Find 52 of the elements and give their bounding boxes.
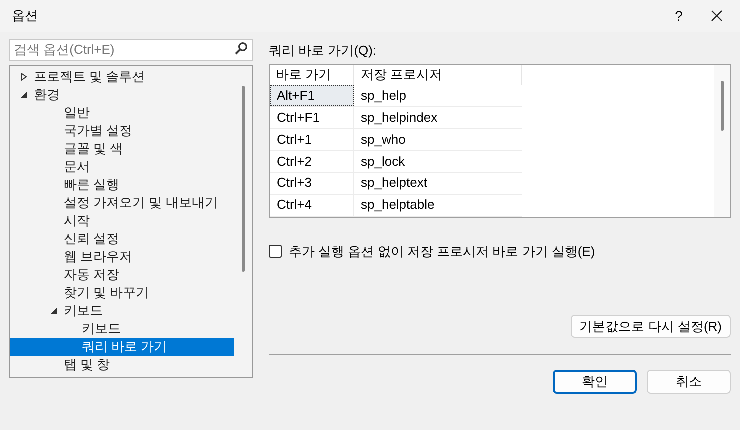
tree-item[interactable]: 시작 [10,212,234,230]
reset-button[interactable]: 기본값으로 다시 설정(R) [570,315,731,338]
tree-item[interactable]: 프로젝트 및 솔루션 [10,68,234,86]
table-cell-text: sp_help [360,87,408,106]
table-cell: Alt+F1 [270,85,354,106]
table-row[interactable]: Ctrl+3 sp_helptext [270,172,522,195]
expanded-triangle-icon[interactable] [50,307,58,315]
tree-item[interactable]: 자동 저장 [10,266,234,284]
tree-item[interactable]: 탭 및 창 [10,356,234,374]
table-cell: Ctrl+4 [270,194,354,216]
tree-item[interactable]: 신뢰 설정 [10,230,234,248]
tree-item[interactable]: 찾기 및 바꾸기 [10,284,234,302]
scrollbar-thumb[interactable] [242,86,244,272]
tree-item[interactable]: 웹 브라우저 [10,248,234,266]
table-cell: Ctrl+1 [270,129,354,150]
search-field[interactable]: 검색 옵션(Ctrl+E) [9,38,253,60]
table-row[interactable]: Ctrl+1 sp_who [270,129,522,151]
expanded-triangle-icon[interactable] [20,91,28,99]
tree-item[interactable]: 글꼴 및 색 [10,140,234,158]
tree-item[interactable]: 빠른 실행 [10,176,234,194]
tree-item[interactable]: 키보드 [10,302,234,320]
window-title: 옵션 [12,7,39,26]
table-row[interactable]: Ctrl+4 sp_helptable [270,194,522,216]
tree-item[interactable]: 환경 [10,86,234,104]
tree-item[interactable]: 설정 가져오기 및 내보내기 [10,194,234,212]
checkbox[interactable] [269,244,282,258]
table-cell: Ctrl+3 [270,172,354,194]
table-row[interactable]: Ctrl+F1 sp_helpindex [270,107,522,130]
table-cell-text: sp_helptable [360,196,436,214]
table-cell-text: sp_helptext [360,174,428,192]
help-button[interactable]: ? [664,1,694,31]
checkbox-label: 추가 실행 옵션 없이 저장 프로시저 바로 가기 실행(E) [289,242,596,261]
table-cell-text: sp_lock [360,152,406,171]
collapsed-triangle-icon[interactable] [20,73,28,81]
shortcuts-label: 쿼리 바로 가기(Q): [269,42,378,60]
table-cell: Ctrl+2 [270,150,354,172]
search-icon [235,42,248,55]
tree-item[interactable]: 일반 [10,104,234,122]
tree-item[interactable]: 문서 [10,158,234,176]
cancel-button[interactable]: 취소 [647,370,731,394]
column-header[interactable]: 저장 프로시저 [354,64,522,86]
table-row[interactable]: Ctrl+2 sp_lock [270,150,522,173]
scrollbar-thumb[interactable] [720,80,724,130]
tree-item[interactable]: 쿼리 바로 가기 [10,338,234,356]
table-cell-text: sp_who [360,130,407,149]
tree-item[interactable]: 국가별 설정 [10,122,234,140]
close-icon [711,10,723,22]
table-row[interactable]: Alt+F1 sp_help [270,85,522,108]
ok-button[interactable]: 확인 [553,370,637,394]
table-cell-text: sp_helpindex [360,108,439,127]
table-cell: Ctrl+F1 [270,107,354,128]
tree-item[interactable]: 키보드 [10,320,234,338]
